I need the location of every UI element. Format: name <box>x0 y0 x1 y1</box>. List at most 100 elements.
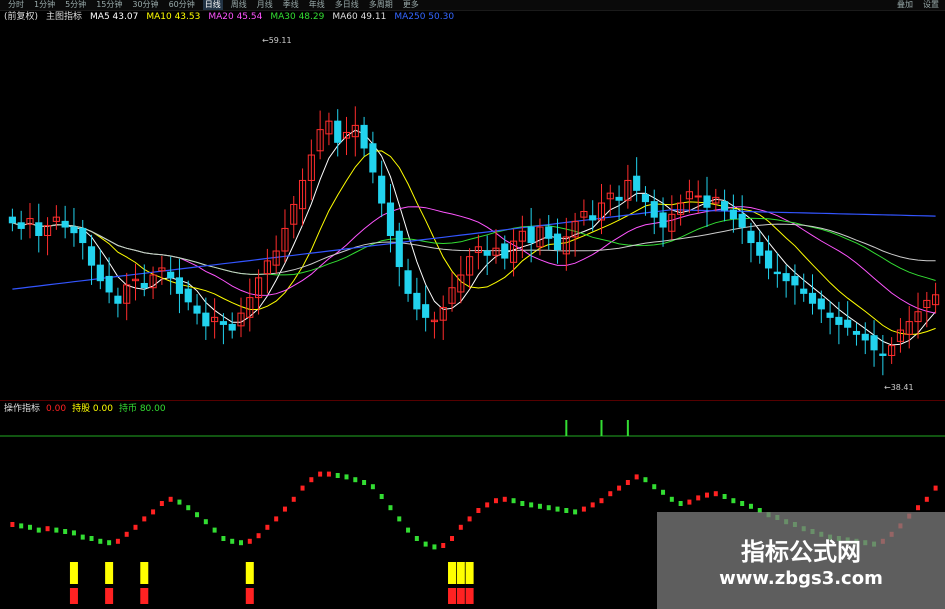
candle-down <box>826 312 834 318</box>
high-arrow: ← <box>262 36 269 45</box>
indicator-name[interactable]: 操作指标 <box>4 403 40 415</box>
oscillator-point <box>379 494 384 499</box>
oscillator-point <box>177 499 182 505</box>
candle-down <box>334 120 342 143</box>
oscillator-point <box>529 502 534 508</box>
oscillator-point <box>36 527 41 533</box>
candle-down <box>782 273 790 282</box>
oscillator-point <box>669 496 674 502</box>
buy-signal-bar <box>448 562 457 584</box>
oscillator-point <box>151 509 156 515</box>
oscillator-point <box>98 538 103 544</box>
oscillator-point <box>274 516 279 522</box>
oscillator-point <box>124 531 129 537</box>
candle-down <box>175 277 184 294</box>
oscillator-point <box>335 473 340 478</box>
oscillator-point <box>687 499 692 505</box>
oscillator-point <box>502 496 507 502</box>
candle-down <box>35 222 43 236</box>
oscillator-point <box>239 540 243 546</box>
oscillator-point <box>441 543 446 548</box>
oscillator-point <box>71 530 76 536</box>
oscillator-point <box>19 523 24 529</box>
candle-down <box>756 242 764 256</box>
oscillator-point <box>458 524 463 530</box>
candle-down <box>870 335 878 351</box>
oscillator-point <box>916 505 921 511</box>
candle-down <box>395 230 403 268</box>
oscillator-point <box>731 498 736 504</box>
candle-down <box>721 201 729 211</box>
candle-down <box>545 226 553 239</box>
candle-down <box>378 175 386 204</box>
candle-down <box>633 175 641 191</box>
candle-down <box>817 298 825 310</box>
candle-down <box>413 292 421 310</box>
candle-down <box>729 209 737 220</box>
oscillator-point <box>652 484 657 490</box>
candle-down <box>764 250 773 269</box>
signal-tick <box>600 420 603 436</box>
watermark: 指标公式网 www.zbgs3.com <box>657 512 945 609</box>
candle-down <box>589 215 597 221</box>
oscillator-point <box>643 477 648 483</box>
candle-down <box>835 316 843 325</box>
candle-down <box>879 353 887 356</box>
oscillator-point <box>168 496 173 502</box>
candle-down <box>791 275 799 286</box>
oscillator-point <box>740 501 745 506</box>
oscillator-point <box>256 533 261 539</box>
oscillator-point <box>546 505 551 511</box>
oscillator-point <box>722 494 727 499</box>
candle-down <box>167 271 175 279</box>
oscillator-point <box>678 501 683 506</box>
signal-tick <box>626 420 629 436</box>
oscillator-point <box>318 471 323 477</box>
candle-down <box>219 321 227 325</box>
oscillator-point <box>493 498 498 504</box>
candle-down <box>703 195 711 208</box>
oscillator-point <box>230 538 235 544</box>
candle-down <box>773 271 781 275</box>
oscillator-point <box>537 503 542 509</box>
oscillator-point <box>203 519 208 525</box>
buy-signal-bar <box>69 562 78 584</box>
candle-down <box>553 233 562 251</box>
ma10-line <box>12 150 936 336</box>
oscillator-point <box>186 505 191 511</box>
high-price-label: ←59.11 <box>262 36 292 45</box>
oscillator-point <box>696 495 701 501</box>
oscillator-point <box>450 536 455 541</box>
candle-down <box>404 270 412 294</box>
candle-down <box>615 196 623 201</box>
oscillator-point <box>564 508 569 513</box>
oscillator-point <box>511 498 516 504</box>
candle-down <box>650 201 658 218</box>
oscillator-point <box>133 524 138 530</box>
candle-down <box>140 282 148 289</box>
oscillator-point <box>282 506 287 512</box>
candle-down <box>483 250 491 256</box>
pane-separator[interactable] <box>0 400 945 401</box>
oscillator-point <box>362 480 367 485</box>
buy-signal-bar <box>456 562 465 584</box>
oscillator-point <box>291 496 296 502</box>
oscillator-point <box>300 485 305 491</box>
indicator-value-3: 持币 80.00 <box>118 404 166 414</box>
candle-down <box>501 243 509 259</box>
oscillator-point <box>748 503 753 509</box>
oscillator-point <box>661 489 666 495</box>
candle-down <box>70 226 78 234</box>
candle-down <box>422 304 430 318</box>
oscillator-point <box>467 516 472 522</box>
oscillator-point <box>625 480 630 485</box>
oscillator-point <box>54 527 59 533</box>
candle-down <box>61 220 69 228</box>
oscillator-point <box>485 502 490 508</box>
candle-down <box>844 319 852 328</box>
candle-down <box>87 246 96 266</box>
candle-down <box>861 333 869 341</box>
oscillator-point <box>265 524 270 530</box>
oscillator-point <box>370 484 375 490</box>
oscillator-point <box>45 526 50 532</box>
